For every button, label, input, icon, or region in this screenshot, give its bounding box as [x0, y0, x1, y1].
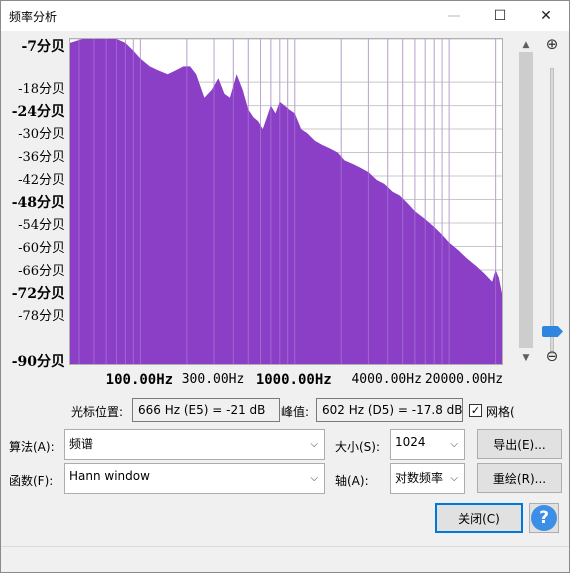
- y-tick-label: -90分贝: [11, 354, 65, 370]
- y-tick-label: -36分贝: [18, 150, 65, 166]
- y-tick-label: -48分贝: [11, 194, 65, 211]
- zoom-in-icon[interactable]: ⊕: [543, 35, 561, 53]
- x-tick-label: 4000.00Hz: [351, 372, 422, 387]
- axis-select[interactable]: 对数频率 ⌵: [390, 463, 465, 494]
- function-select[interactable]: Hann window ⌵: [64, 463, 325, 494]
- y-tick-label: -54分贝: [18, 218, 65, 234]
- function-label: 函数(F):: [9, 474, 54, 488]
- spectrum-area: [70, 39, 502, 364]
- status-divider: [1, 546, 569, 547]
- x-tick-label: 100.00Hz: [105, 372, 174, 388]
- replot-button[interactable]: 重绘(R)...: [477, 463, 562, 493]
- y-tick-label: -24分贝: [11, 103, 65, 120]
- export-button[interactable]: 导出(E)...: [477, 429, 562, 459]
- maximize-button[interactable]: ☐: [477, 1, 523, 31]
- algorithm-label: 算法(A):: [9, 440, 55, 454]
- chevron-down-icon: ⌵: [310, 439, 318, 450]
- scroll-down-icon[interactable]: ▼: [517, 351, 535, 365]
- x-tick-label: 300.00Hz: [181, 372, 245, 387]
- spectrum-plot-area: -7分贝 -18分贝 -24分贝 -30分贝 -36分贝 -42分贝 -48分贝 -54分贝 -…: [1, 31, 570, 391]
- y-tick-label: -42分贝: [18, 172, 65, 188]
- y-tick-label: -7分贝: [21, 39, 65, 55]
- y-tick-label: -66分贝: [18, 263, 65, 279]
- x-axis-labels: 100.00Hz 300.00Hz 1000.00Hz 4000.00Hz 20000.…: [69, 365, 519, 391]
- axis-value: 对数频率: [395, 471, 444, 485]
- help-button[interactable]: ?: [529, 503, 559, 533]
- vertical-scrollbar[interactable]: ▲ ▼: [517, 38, 535, 365]
- title-bar: 频率分析 — ☐ ✕: [1, 1, 569, 31]
- help-icon: ?: [531, 505, 557, 531]
- frequency-analysis-window: 频率分析 — ☐ ✕ -7分贝 -18分贝 -24分贝 -30分贝 -36分贝 -42分贝…: [0, 0, 570, 573]
- grid-checkbox[interactable]: ✓: [469, 404, 482, 417]
- chevron-down-icon: ⌵: [310, 473, 318, 484]
- x-tick-label: 20000.00Hz: [424, 372, 504, 387]
- cursor-value-field: 666 Hz (E5) = -21 dB: [132, 398, 280, 422]
- scrollbar-thumb[interactable]: [519, 52, 533, 348]
- size-select[interactable]: 1024 ⌵: [390, 429, 465, 460]
- scroll-up-icon[interactable]: ▲: [517, 38, 535, 52]
- function-value: Hann window: [69, 469, 150, 483]
- close-button[interactable]: 关闭(C): [435, 503, 523, 533]
- y-tick-label: -18分贝: [18, 81, 65, 97]
- algorithm-select[interactable]: 频谱 ⌵: [64, 429, 325, 460]
- axis-label: 轴(A):: [335, 474, 369, 488]
- zoom-slider-thumb[interactable]: [542, 326, 563, 337]
- spectrum-plot[interactable]: [69, 38, 503, 365]
- algorithm-value: 频谱: [69, 437, 94, 451]
- y-tick-label: -60分贝: [18, 241, 65, 257]
- chevron-down-icon: ⌵: [450, 473, 458, 484]
- y-tick-label: -30分贝: [18, 127, 65, 143]
- spectrum-chart: [70, 39, 502, 364]
- y-tick-label: -72分贝: [11, 285, 65, 302]
- cursor-label: 光标位置:: [71, 405, 124, 419]
- minimize-button[interactable]: —: [431, 1, 477, 31]
- peak-label: 峰值:: [281, 405, 310, 419]
- y-tick-label: -78分贝: [18, 309, 65, 325]
- grid-checkbox-label[interactable]: 网格(: [486, 403, 515, 420]
- peak-value-field: 602 Hz (D5) = -17.8 dB: [316, 398, 463, 422]
- zoom-slider-track[interactable]: [550, 68, 554, 354]
- y-axis-labels: -7分贝 -18分贝 -24分贝 -30分贝 -36分贝 -42分贝 -48分贝 -54分贝 -…: [1, 31, 69, 371]
- chevron-down-icon: ⌵: [450, 439, 458, 450]
- window-title: 频率分析: [9, 10, 58, 24]
- close-window-button[interactable]: ✕: [523, 1, 569, 31]
- size-label: 大小(S):: [335, 440, 381, 454]
- size-value: 1024: [395, 435, 426, 449]
- zoom-out-icon[interactable]: ⊖: [543, 347, 561, 365]
- x-tick-label: 1000.00Hz: [255, 372, 332, 388]
